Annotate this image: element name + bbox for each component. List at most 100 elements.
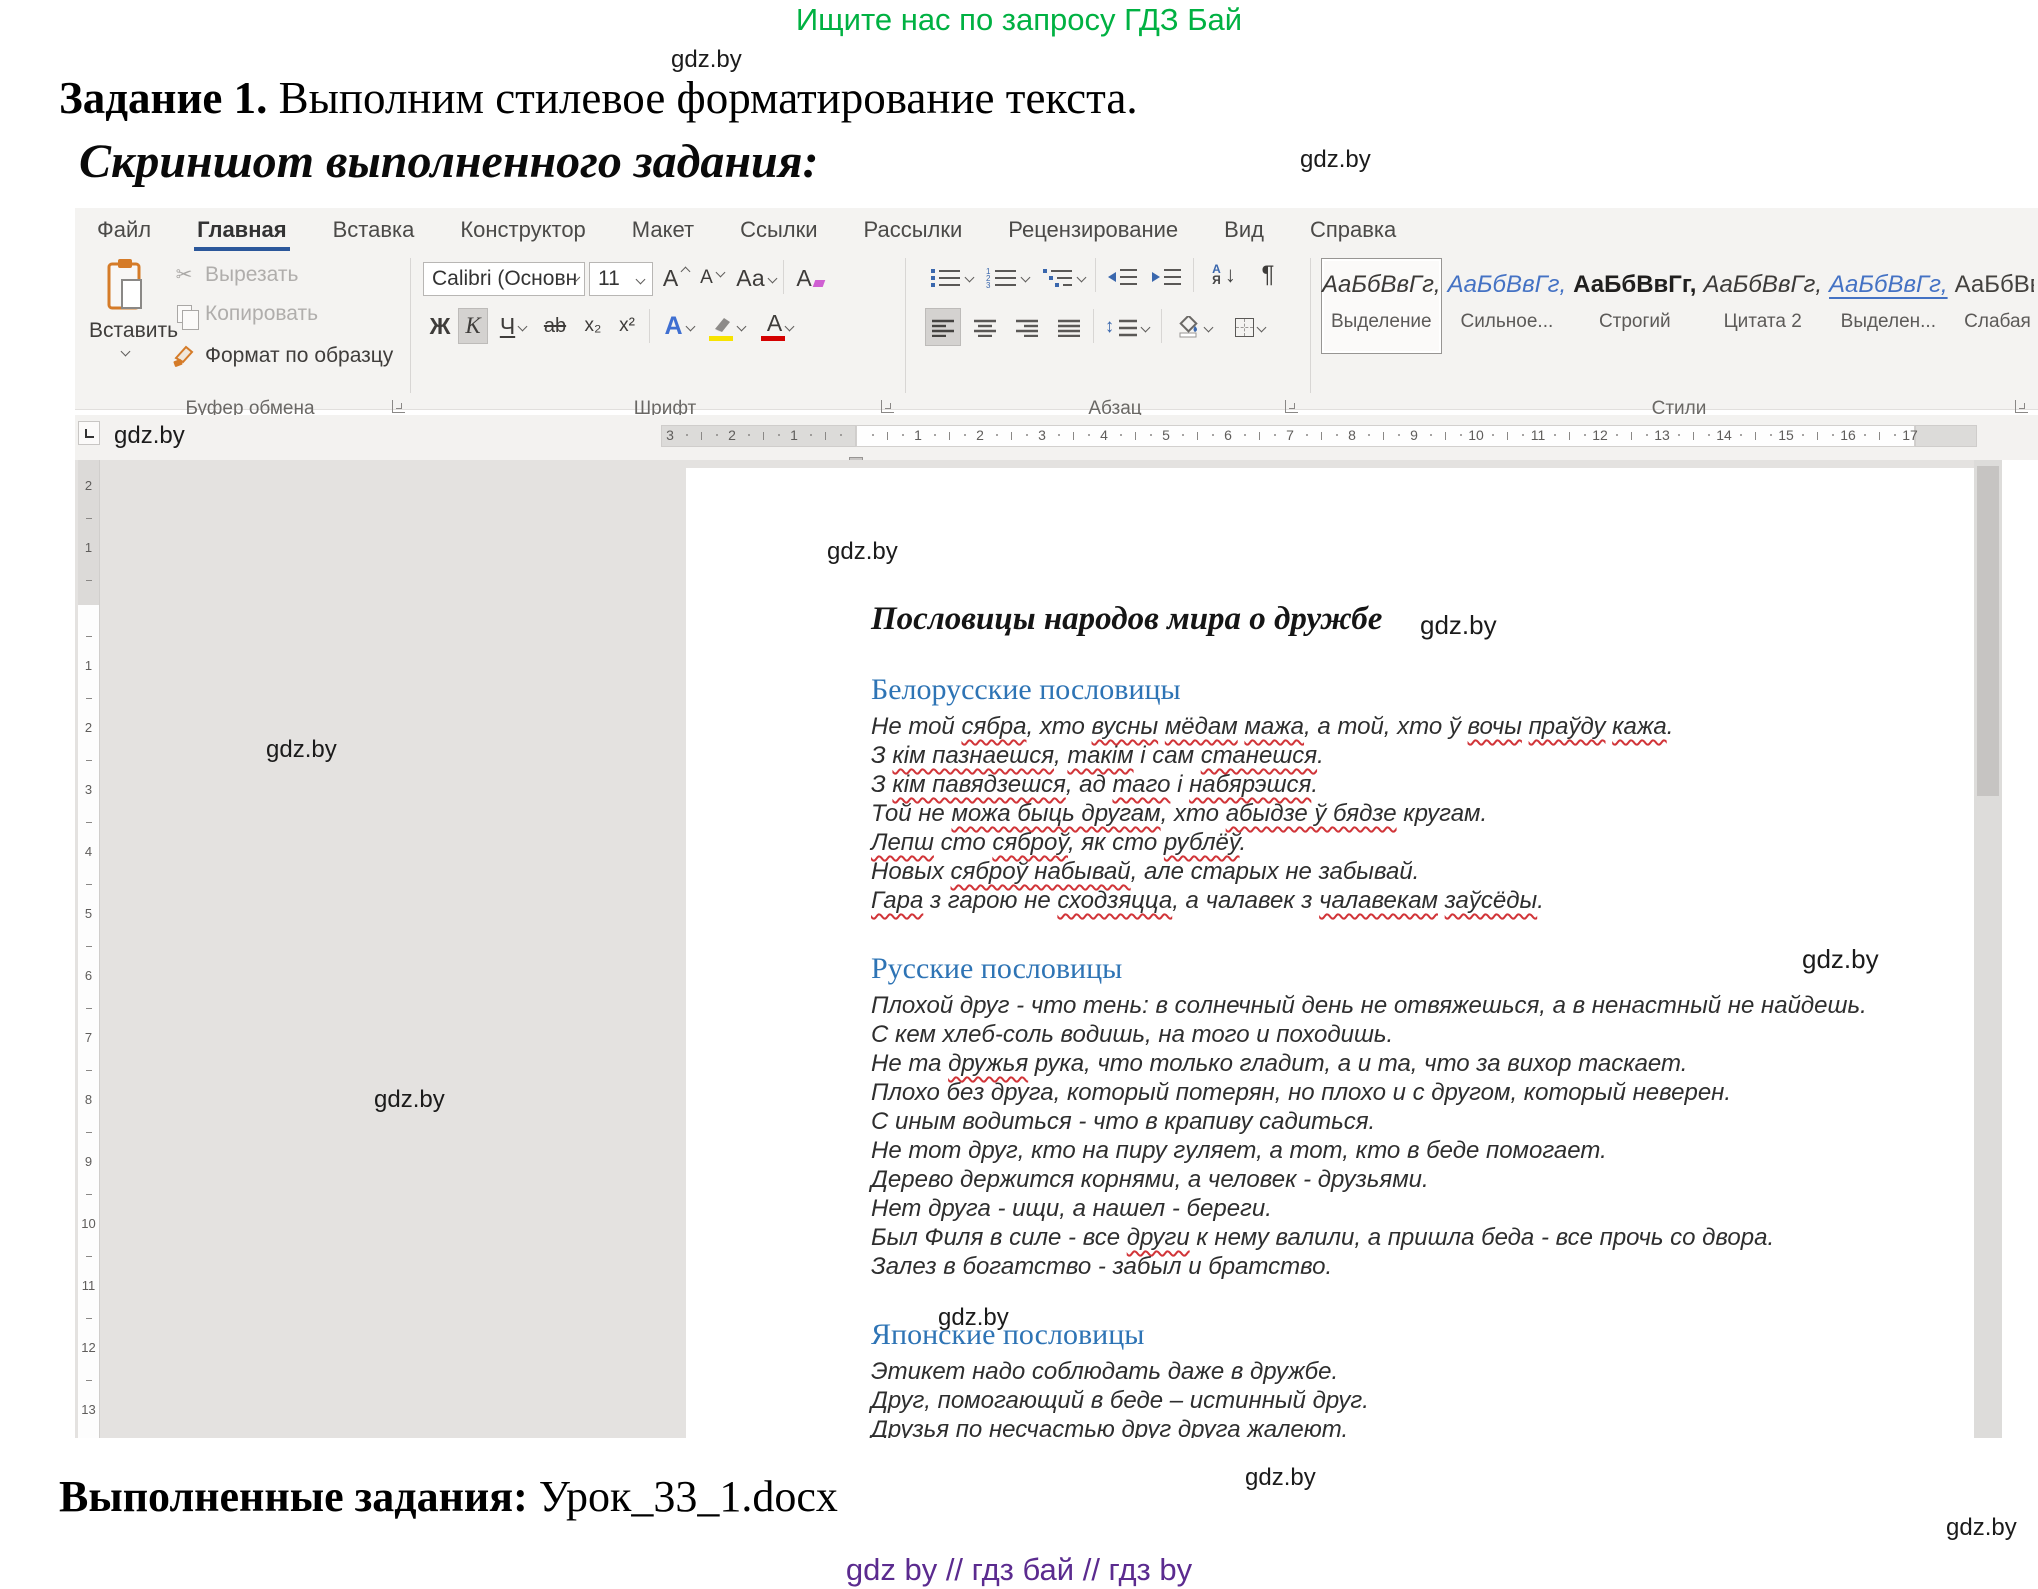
document-canvas: 2112345678910111213 Пословицы народов ми… [75,460,2038,1438]
doc-text-segment: Дерево держится корнями, а человек - дру… [871,1166,1429,1193]
ribbon-tab-Макет[interactable]: Макет [632,208,694,252]
ribbon-tab-Файл[interactable]: Файл [97,208,151,252]
italic-button-selected[interactable]: К [458,308,488,344]
style-label: Цитата 2 [1724,311,1802,332]
doc-text-segment: Был Филя в силе - все [871,1224,1127,1251]
ruler-tick [86,946,92,947]
chevron-down-icon [1076,272,1086,282]
scrollbar-thumb[interactable] [1977,466,1999,796]
ruler-number: 1 [78,540,99,555]
ruler-dot [1058,434,1060,436]
paste-button[interactable]: Вставить [89,258,161,361]
misspelled-word: вусны [1092,713,1159,740]
line-spacing-button[interactable]: ↕ [1101,308,1153,346]
doc-line: Залез в богатство - забыл и братство. [871,1252,1961,1281]
font-size-combobox[interactable]: 11 [589,262,653,296]
watermark: gdz.by [114,422,185,450]
borders-grid-icon [1235,318,1254,337]
cut-button[interactable]: ✂ Вырезать [171,262,298,287]
doc-text-segment: , ад [1066,771,1113,798]
font-color-button[interactable]: А [757,308,803,344]
multilevel-list-button[interactable] [1037,258,1089,296]
ribbon-tab-Конструктор[interactable]: Конструктор [460,208,585,252]
font-dialog-launcher[interactable] [881,400,894,413]
ribbon-tab-Рассылки[interactable]: Рассылки [864,208,963,252]
change-case-button[interactable]: Аа [733,260,779,296]
watermark: gdz.by [671,46,742,74]
align-right-button[interactable] [1009,308,1045,346]
eraser-icon [812,280,825,287]
clear-formatting-button[interactable]: А [789,260,831,296]
copy-button[interactable]: Копировать [171,302,318,326]
ruler-number: 16 [1840,427,1856,443]
superscript-button[interactable]: x² [611,308,643,344]
style-item-Слабая сс...[interactable]: АаБбВвГгДСлабая сс... [1954,258,2034,354]
style-label: Выделен... [1841,311,1936,332]
doc-line: Друзья по несчастью друг друга жалеют. [871,1415,1961,1438]
document-text[interactable]: Пословицы народов мира о дружбе Белорусс… [871,598,1961,1438]
numbering-button[interactable]: 123 [981,258,1033,296]
ruler-dot [1336,434,1338,436]
shading-button[interactable] [1169,308,1219,346]
horizontal-ruler[interactable]: 3211234567891011121314151617 [661,425,1977,447]
justify-button[interactable] [1051,308,1087,346]
shrink-font-button[interactable]: А [695,260,729,296]
ribbon-tab-Вставка[interactable]: Вставка [333,208,415,252]
copy-icon [177,305,192,323]
align-center-button[interactable] [967,308,1003,346]
bold-button[interactable]: Ж [425,308,455,344]
subscript-button[interactable]: x₂ [577,308,609,344]
ruler-tick [1073,432,1074,440]
ruler-number: 3 [1038,427,1046,443]
show-marks-button[interactable]: ¶ [1251,256,1285,294]
ribbon-tab-Вид[interactable]: Вид [1224,208,1264,252]
numbered-list-icon: 123 [986,266,1018,288]
strikethrough-button[interactable]: ab [537,308,573,344]
text-effects-button[interactable]: А [657,308,701,344]
style-item-Сильное...[interactable]: АаБбВвГг,Сильное... [1447,258,1568,354]
style-item-Выделен...[interactable]: АаБбВвГг, Выделен... [1828,258,1949,354]
ruler-dot [1740,434,1742,436]
misspelled-word: други [1127,1224,1190,1251]
grow-font-button[interactable]: А [659,260,693,296]
ribbon-tab-Рецензирование[interactable]: Рецензирование [1008,208,1178,252]
font-name-combobox[interactable]: Calibri (Основн [423,262,585,296]
ribbon-tab-Ссылки[interactable]: Ссылки [740,208,817,252]
vertical-ruler[interactable]: 2112345678910111213 [78,460,100,1438]
ruler-tick [825,432,826,440]
ribbon-tab-Главная[interactable]: Главная [197,208,286,252]
doc-line: З кім павядзешся, ад таго і набярэшся. [871,770,1961,799]
doc-line: Друг, помогающий в беде – истинный друг. [871,1386,1961,1415]
doc-section-heading: Русские пословицы [871,951,1961,987]
style-preview: АаБбВвГг, [1829,271,1948,299]
chevron-down-icon [1203,322,1213,332]
ruler-dot [1430,434,1432,436]
ribbon-tab-Справка[interactable]: Справка [1310,208,1396,252]
tab-stop-selector[interactable] [78,421,100,445]
style-item-Строгий[interactable]: АаБбВвГг,Строгий [1572,258,1697,354]
bullet-list-icon [930,266,962,288]
ruler-tick [1631,432,1632,440]
increase-indent-button[interactable] [1147,258,1187,296]
bullets-button[interactable] [925,258,977,296]
sort-button[interactable]: АЯ ↓ [1201,256,1247,294]
ruler-number: 11 [1531,427,1546,443]
styles-dialog-launcher[interactable] [2015,400,2028,413]
doc-text-segment: і [1170,771,1189,798]
style-item-Выделение[interactable]: АаБбВвГг,Выделение [1321,258,1442,354]
borders-button[interactable] [1225,308,1275,346]
underline-button[interactable]: Ч [492,308,534,344]
style-item-Цитата 2[interactable]: АаБбВвГг,Цитата 2 [1702,258,1823,354]
decrease-indent-button[interactable] [1103,258,1143,296]
highlight-color-button[interactable] [705,308,751,344]
paragraph-dialog-launcher[interactable] [1285,400,1298,413]
grow-font-glyph: А [663,265,678,292]
ruler-number: 1 [78,658,99,673]
vertical-scrollbar[interactable] [1974,460,2002,1438]
multilevel-list-icon [1042,266,1074,288]
format-painter-button[interactable]: Формат по образцу [171,344,393,368]
align-left-button-selected[interactable] [925,308,961,346]
clipboard-dialog-launcher[interactable] [392,400,405,413]
doc-text-segment: , [1054,742,1067,769]
doc-line: Той не можа быць другам, хто абыдзе ў бя… [871,799,1961,828]
